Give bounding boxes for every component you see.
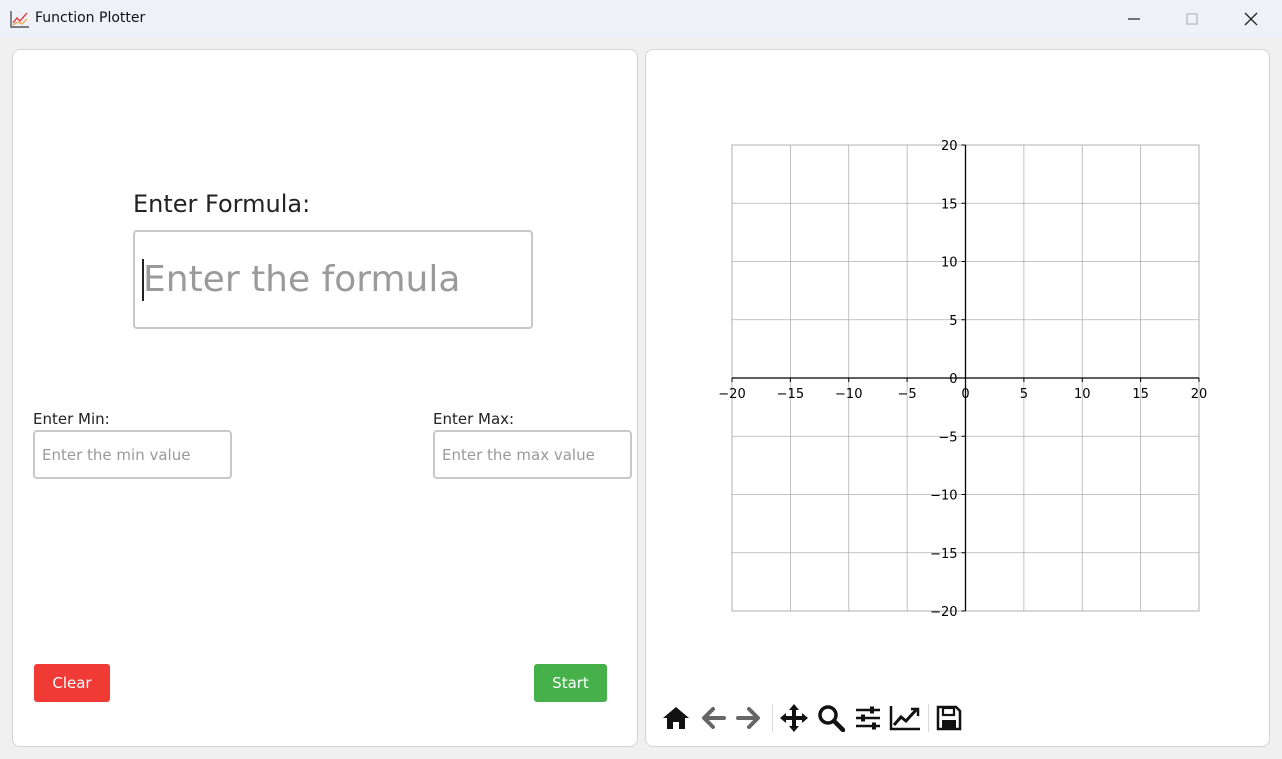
clear-button[interactable]: Clear <box>34 664 110 702</box>
x-tick-label: 20 <box>1191 387 1208 402</box>
max-label: Enter Max: <box>433 410 515 428</box>
title-bar: Function Plotter <box>0 0 1282 38</box>
y-tick-label: 10 <box>941 256 958 271</box>
y-tick-label: −15 <box>930 547 957 562</box>
plot-panel: −20 −15 −10 −5 0 5 10 15 20 20 15 10 5 0 −5 −10 −15 −20 <box>645 49 1270 747</box>
x-tick-label: 10 <box>1074 387 1091 402</box>
x-tick-label: −20 <box>718 387 745 402</box>
forward-arrow-icon <box>736 707 760 729</box>
back-arrow-icon <box>702 707 726 729</box>
zoom-button[interactable] <box>814 700 848 736</box>
y-tick-label: 15 <box>941 197 958 212</box>
x-tick-label: −10 <box>835 387 862 402</box>
x-tick-label: 5 <box>1020 387 1028 402</box>
edit-axis-button[interactable] <box>888 700 922 736</box>
toolbar-separator <box>928 704 929 732</box>
y-tick-label: 0 <box>949 372 957 387</box>
y-tick-label: −5 <box>938 430 957 445</box>
save-button[interactable] <box>932 700 966 736</box>
pan-icon <box>780 704 808 732</box>
minimize-button[interactable] <box>1105 0 1163 38</box>
minimize-icon <box>1128 18 1140 20</box>
min-input[interactable] <box>33 430 232 479</box>
x-tick-label: 15 <box>1132 387 1149 402</box>
input-panel: Enter Formula: Enter Min: Enter Max: Cle… <box>12 49 638 747</box>
min-label: Enter Min: <box>33 410 110 428</box>
line-chart-icon <box>10 11 29 28</box>
text-caret <box>142 259 144 301</box>
edit-axis-icon <box>889 706 920 731</box>
home-button[interactable] <box>659 700 693 736</box>
max-input[interactable] <box>433 430 632 479</box>
y-tick-label: 20 <box>941 139 958 154</box>
x-tick-label: 0 <box>961 387 969 402</box>
toolbar-separator <box>772 704 773 732</box>
save-icon <box>936 705 962 731</box>
start-button[interactable]: Start <box>534 664 607 702</box>
forward-button[interactable] <box>732 700 766 736</box>
home-icon <box>663 707 689 729</box>
close-button[interactable] <box>1222 0 1280 38</box>
back-button[interactable] <box>696 700 730 736</box>
plot-toolbar <box>658 700 962 736</box>
maximize-icon <box>1186 13 1198 25</box>
configure-subplots-button[interactable] <box>851 700 885 736</box>
zoom-icon <box>818 705 845 732</box>
y-tick-label: 5 <box>949 314 957 329</box>
x-tick-label: −5 <box>898 387 917 402</box>
configure-subplots-icon <box>856 706 880 730</box>
maximize-button[interactable] <box>1163 0 1221 38</box>
y-tick-label: −20 <box>930 605 957 620</box>
formula-label: Enter Formula: <box>133 190 311 218</box>
plot-canvas[interactable]: −20 −15 −10 −5 0 5 10 15 20 20 15 10 5 0 −5 −10 −15 −20 <box>646 50 1269 690</box>
window-title: Function Plotter <box>35 10 146 26</box>
x-tick-label: −15 <box>777 387 804 402</box>
close-icon <box>1244 12 1258 26</box>
pan-button[interactable] <box>777 700 811 736</box>
y-tick-label: −10 <box>930 489 957 504</box>
formula-input[interactable] <box>133 230 533 329</box>
